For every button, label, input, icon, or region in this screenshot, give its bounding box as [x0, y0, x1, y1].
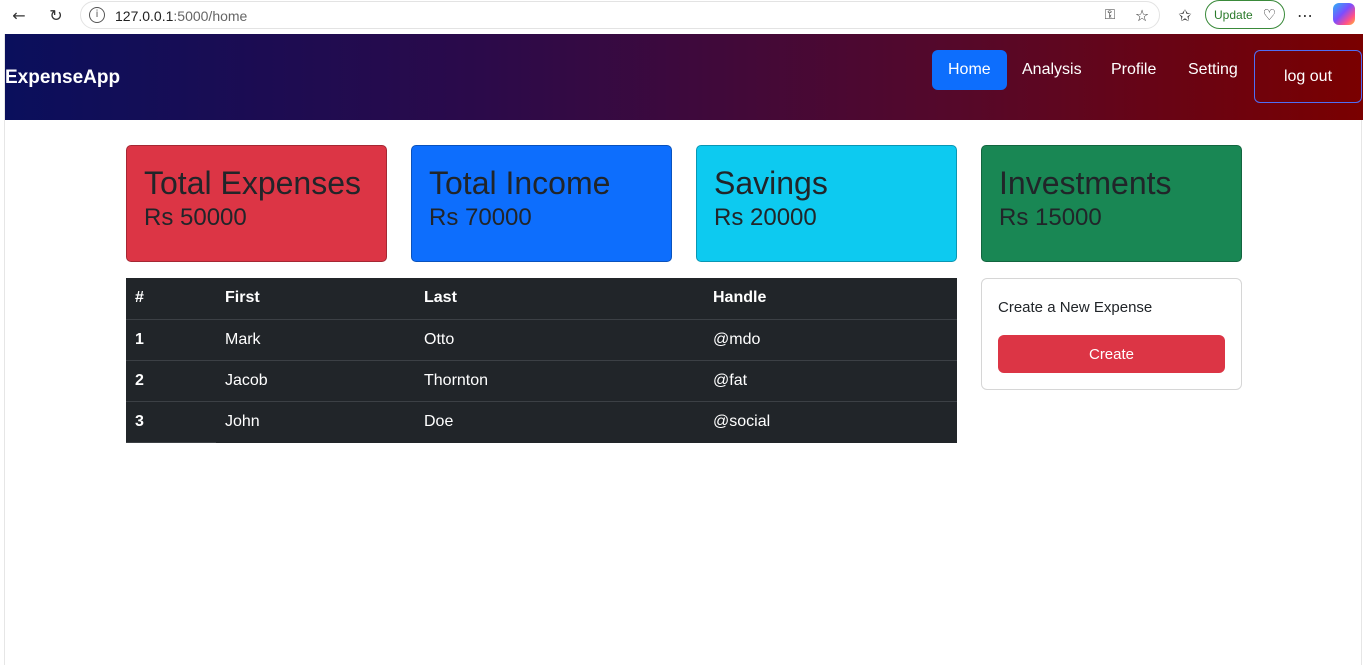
- create-expense-panel: Create a New Expense Create: [981, 278, 1242, 390]
- header-number: #: [126, 278, 216, 320]
- card-value: Rs 20000: [714, 204, 817, 232]
- key-icon[interactable]: ⚿: [1099, 4, 1121, 26]
- table-row: 3 John Doe @social: [126, 401, 957, 443]
- favorites-icon[interactable]: ✩: [1174, 4, 1196, 26]
- card-title: Total Income: [429, 165, 611, 201]
- card-title: Investments: [999, 165, 1172, 201]
- cell-first: Jacob: [216, 360, 415, 402]
- card-title: Total Expenses: [144, 165, 362, 201]
- nav-home[interactable]: Home: [932, 50, 1007, 90]
- site-info-icon[interactable]: i: [89, 7, 105, 23]
- update-label: Update: [1214, 7, 1253, 22]
- update-button[interactable]: Update ♡: [1205, 0, 1285, 29]
- cell-last: Thornton: [415, 360, 704, 402]
- cell-handle: @social: [713, 412, 771, 430]
- card-value: Rs 70000: [429, 204, 532, 232]
- cell-first: John: [225, 412, 260, 430]
- nav-profile[interactable]: Profile: [1095, 50, 1172, 90]
- users-table: # First Last Handle 1 Mark Otto @mdo 2 J…: [126, 278, 957, 443]
- row-number: 2: [126, 360, 216, 402]
- row-number: 1: [126, 319, 216, 361]
- nav-setting[interactable]: Setting: [1172, 50, 1254, 90]
- cell-handle: @mdo: [704, 319, 957, 361]
- copilot-icon[interactable]: [1333, 3, 1355, 25]
- back-arrow-icon[interactable]: ←: [8, 4, 30, 26]
- table-row: 1 Mark Otto @mdo: [126, 319, 957, 361]
- favorite-star-icon[interactable]: ☆: [1131, 4, 1153, 26]
- create-expense-label: Create a New Expense: [998, 299, 1153, 316]
- cell-handle: @fat: [704, 360, 957, 402]
- card-value: Rs 50000: [144, 204, 247, 232]
- browser-toolbar: ← ↻ i 127.0.0.1:5000/home ⚿ ☆ ✩ Update ♡…: [0, 0, 1366, 30]
- card-total-expenses: Total Expenses Rs 50000: [126, 145, 387, 262]
- nav-analysis[interactable]: Analysis: [1006, 50, 1098, 90]
- header-last: Last: [415, 278, 704, 320]
- card-savings: Savings Rs 20000: [696, 145, 957, 262]
- cell-first: Mark: [216, 319, 415, 361]
- reload-icon[interactable]: ↻: [45, 4, 67, 26]
- more-menu-icon[interactable]: ⋯: [1294, 4, 1316, 26]
- url-host: 127.0.0.1: [115, 8, 174, 24]
- brand-logo[interactable]: ExpenseApp: [5, 67, 120, 89]
- address-bar[interactable]: i 127.0.0.1:5000/home ⚿ ☆: [80, 1, 1160, 29]
- url-text: 127.0.0.1:5000/home: [115, 8, 247, 24]
- header-handle: Handle: [704, 278, 957, 320]
- cell-last: Otto: [415, 319, 704, 361]
- logout-button[interactable]: log out: [1254, 50, 1362, 103]
- create-button[interactable]: Create: [998, 335, 1225, 373]
- card-title: Savings: [714, 165, 828, 201]
- table-header-row: # First Last Handle: [126, 278, 957, 320]
- row-number: 3: [126, 401, 216, 443]
- navbar: ExpenseApp Home Analysis Profile Setting…: [5, 34, 1363, 120]
- card-value: Rs 15000: [999, 204, 1102, 232]
- card-investments: Investments Rs 15000: [981, 145, 1242, 262]
- card-total-income: Total Income Rs 70000: [411, 145, 672, 262]
- url-path: :5000/home: [173, 8, 248, 24]
- table-row: 2 Jacob Thornton @fat: [126, 360, 957, 402]
- cell-last: Doe: [424, 412, 454, 430]
- app-frame: ExpenseApp Home Analysis Profile Setting…: [4, 34, 1363, 665]
- header-first: First: [216, 278, 415, 320]
- heartbeat-icon: ♡: [1262, 6, 1276, 24]
